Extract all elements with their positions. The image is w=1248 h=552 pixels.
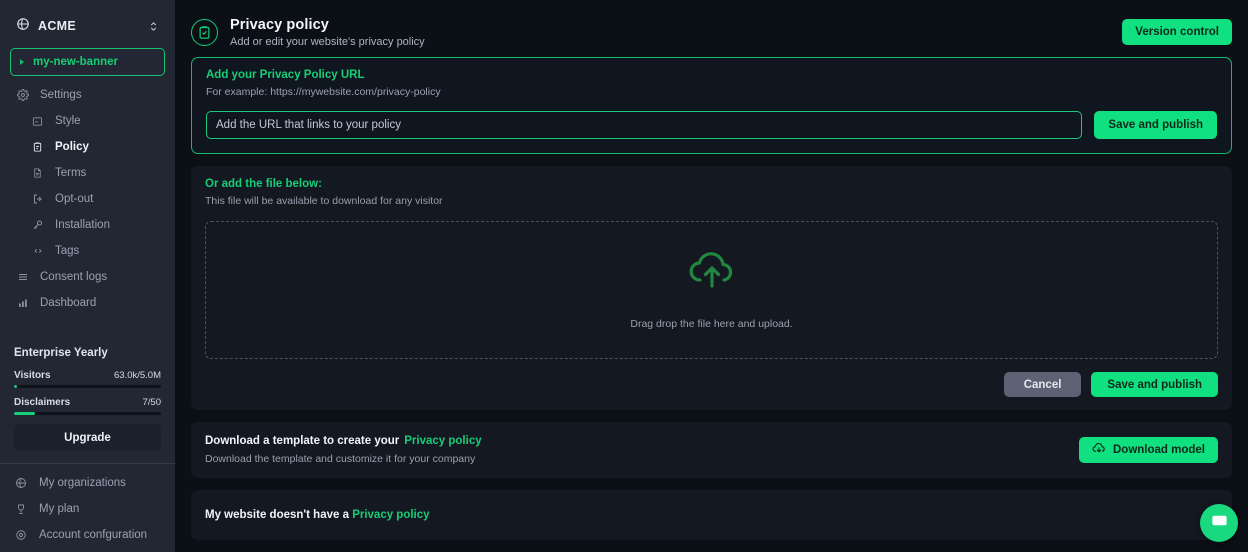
chat-bubble-icon	[1210, 511, 1229, 535]
page-header: Privacy policy Add or edit your website'…	[191, 10, 1232, 54]
template-title: Download a template to create your Privac…	[205, 435, 1079, 447]
meter-label: Disclaimers	[14, 397, 71, 408]
sidebar-label: Settings	[40, 89, 82, 101]
sidebar-item-my-new-banner[interactable]: my-new-banner	[10, 48, 165, 76]
sidebar-item-settings[interactable]: Settings	[0, 82, 175, 108]
sidebar-label: Tags	[55, 245, 80, 257]
clipboard-check-icon	[191, 18, 218, 46]
sidebar-label: Installation	[55, 219, 110, 231]
upload-actions: Cancel Save and publish	[205, 372, 1218, 397]
account-nav: My organizations My plan Account confgur…	[0, 464, 175, 552]
cancel-button[interactable]: Cancel	[1003, 372, 1082, 397]
sidebar-item-installation[interactable]: Installation	[0, 212, 175, 238]
url-panel-title: Add your Privacy Policy URL	[206, 69, 365, 81]
sidebar-label: Policy	[55, 141, 89, 153]
download-model-button[interactable]: Download model	[1079, 437, 1218, 463]
sidebar-label: Account confguration	[39, 529, 148, 541]
meter-value: 7/50	[142, 397, 162, 408]
meter-label: Visitors	[14, 370, 51, 381]
trophy-icon	[14, 503, 27, 515]
sidebar-top: ACME my-new-banner	[0, 0, 175, 76]
logout-icon	[31, 193, 44, 205]
sidebar-item-consent-logs[interactable]: Consent logs	[0, 264, 175, 290]
upload-panel-subtitle: This file will be available to download …	[205, 195, 443, 207]
template-panel: Download a template to create your Privac…	[191, 422, 1232, 478]
sidebar-item-dashboard[interactable]: Dashboard	[0, 290, 175, 316]
sidebar-item-terms[interactable]: Terms	[0, 160, 175, 186]
sidebar-item-my-organizations[interactable]: My organizations	[0, 470, 175, 496]
sidebar-label: Dashboard	[40, 297, 97, 309]
gear-icon	[14, 529, 27, 541]
meter-disclaimers: Disclaimers 7/50	[14, 397, 161, 415]
list-icon	[16, 271, 29, 283]
bar-chart-icon	[16, 297, 29, 309]
globe-icon	[16, 17, 30, 36]
sidebar-nav: Settings Style Policy Terms Opt-out Inst…	[0, 82, 175, 316]
progress-bar	[14, 385, 161, 388]
sidebar: ACME my-new-banner Settings Style Policy…	[0, 0, 175, 552]
upgrade-button[interactable]: Upgrade	[14, 424, 161, 451]
sidebar-item-style[interactable]: Style	[0, 108, 175, 134]
key-icon	[31, 219, 44, 231]
url-panel-subtitle: For example: https://mywebsite.com/priva…	[206, 86, 441, 98]
org-switcher[interactable]: ACME	[10, 8, 165, 44]
template-title-link[interactable]: Privacy policy	[404, 435, 481, 447]
plan-title: Enterprise Yearly	[14, 347, 108, 359]
chat-widget-button[interactable]	[1200, 504, 1238, 542]
meter-value: 63.0k/5.0M	[114, 370, 161, 381]
gear-icon	[16, 89, 29, 101]
page-title: Privacy policy	[230, 16, 329, 33]
no-policy-panel: My website doesn't have a Privacy policy	[191, 490, 1232, 540]
sidebar-item-opt-out[interactable]: Opt-out	[0, 186, 175, 212]
upload-panel: Or add the file below: This file will be…	[191, 166, 1232, 410]
window-icon	[31, 116, 44, 127]
sidebar-item-policy[interactable]: Policy	[0, 134, 175, 160]
url-panel: Add your Privacy Policy URL For example:…	[191, 57, 1232, 154]
sidebar-item-account-configuration[interactable]: Account confguration	[0, 522, 175, 548]
org-name: ACME	[38, 19, 77, 33]
no-policy-text-main: My website doesn't have a	[205, 509, 349, 521]
main-content: Privacy policy Add or edit your website'…	[175, 0, 1248, 552]
upload-panel-title: Or add the file below:	[205, 178, 322, 190]
sidebar-item-tags[interactable]: Tags	[0, 238, 175, 264]
page-subtitle: Add or edit your website's privacy polic…	[230, 35, 425, 48]
clipboard-icon	[31, 141, 44, 153]
file-dropzone[interactable]: Drag drop the file here and upload.	[205, 221, 1218, 359]
sidebar-label: Consent logs	[40, 271, 108, 283]
no-policy-link[interactable]: Privacy policy	[352, 509, 429, 521]
sidebar-label: Terms	[55, 167, 87, 179]
chevron-updown-icon[interactable]	[148, 20, 159, 33]
sidebar-label: Opt-out	[55, 193, 94, 205]
sidebar-label: Style	[55, 115, 81, 127]
document-icon	[31, 167, 44, 179]
caret-right-icon	[20, 59, 24, 65]
plan-block: Enterprise Yearly Visitors 63.0k/5.0M Di…	[0, 347, 175, 459]
cloud-upload-icon	[686, 251, 738, 296]
save-and-publish-url-button[interactable]: Save and publish	[1094, 111, 1217, 139]
meter-visitors: Visitors 63.0k/5.0M	[14, 370, 161, 388]
policy-url-input[interactable]	[206, 111, 1083, 139]
globe-icon	[14, 477, 27, 489]
code-icon	[31, 246, 44, 256]
progress-bar	[14, 412, 161, 415]
download-model-label: Download model	[1113, 444, 1205, 456]
no-policy-text: My website doesn't have a Privacy policy	[205, 509, 1207, 521]
sidebar-item-my-plan[interactable]: My plan	[0, 496, 175, 522]
version-control-button[interactable]: Version control	[1122, 19, 1232, 45]
dropzone-text: Drag drop the file here and upload.	[630, 317, 793, 330]
sidebar-label: My plan	[39, 503, 80, 515]
template-title-text: Download a template to create your	[205, 435, 400, 447]
banner-label: my-new-banner	[33, 56, 118, 68]
save-and-publish-file-button[interactable]: Save and publish	[1091, 372, 1218, 397]
template-subtitle: Download the template and customize it f…	[205, 453, 476, 465]
sidebar-label: My organizations	[39, 477, 126, 489]
cloud-download-icon	[1092, 442, 1106, 458]
app-root: ACME my-new-banner Settings Style Policy…	[0, 0, 1248, 552]
url-input-row: Save and publish	[206, 111, 1217, 139]
